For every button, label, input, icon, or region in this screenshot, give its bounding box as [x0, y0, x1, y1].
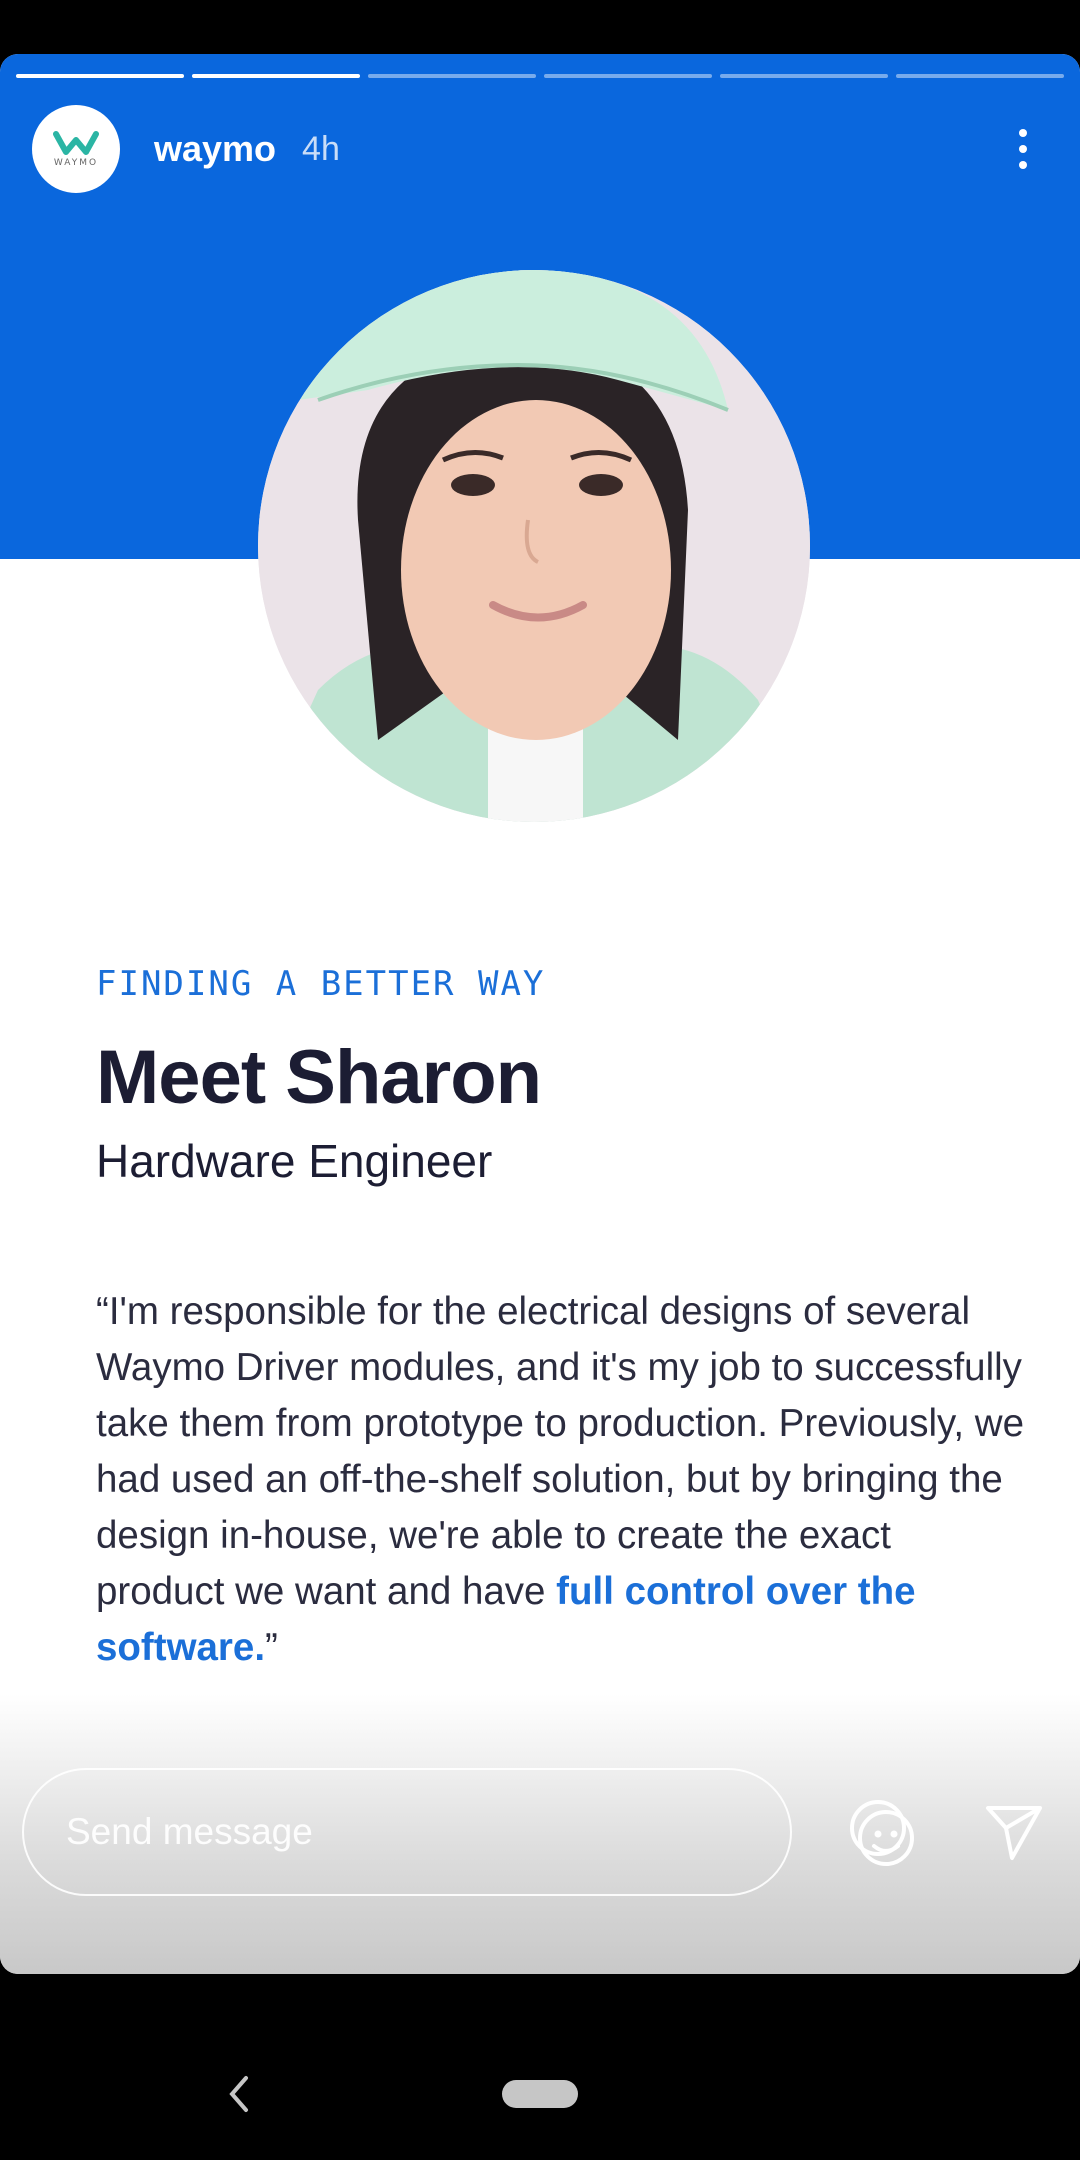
progress-segment: [544, 74, 712, 78]
more-vertical-icon: [1019, 145, 1027, 153]
quote-end: ”: [265, 1626, 278, 1669]
story-role: Hardware Engineer: [96, 1135, 493, 1187]
avatar[interactable]: WAYMO: [32, 105, 120, 193]
waymo-logo-icon: [53, 131, 99, 155]
more-vertical-icon: [1019, 161, 1027, 169]
post-timestamp: 4h: [302, 129, 340, 168]
progress-segment: [368, 74, 536, 78]
person-portrait-image: [258, 270, 810, 822]
profile-photo: [258, 270, 810, 822]
story-title: Meet Sharon: [96, 1035, 542, 1120]
waymo-logo-text: WAYMO: [53, 158, 99, 168]
quote-text: “I'm responsible for the electrical desi…: [96, 1290, 1025, 1613]
story-progress-bar: [16, 74, 1064, 78]
more-options-button[interactable]: [998, 124, 1048, 174]
progress-segment: [16, 74, 184, 78]
home-pill-icon[interactable]: [502, 2080, 578, 2108]
progress-segment: [720, 74, 888, 78]
send-icon[interactable]: [982, 1800, 1046, 1864]
account-username[interactable]: waymo: [154, 128, 276, 170]
emoji-reaction-icon[interactable]: [846, 1796, 918, 1868]
story-quote: “I'm responsible for the electrical desi…: [96, 1284, 1026, 1676]
send-message-input[interactable]: [22, 1768, 792, 1896]
back-chevron-icon[interactable]: [222, 2070, 254, 2118]
progress-segment: [192, 74, 360, 78]
story-viewer[interactable]: WAYMO waymo 4h FINDING A BETTER WAY Meet: [0, 54, 1080, 1974]
story-eyebrow: FINDING A BETTER WAY: [96, 964, 546, 1004]
progress-segment: [896, 74, 1064, 78]
system-nav-bar: [0, 1974, 1080, 2160]
story-header: WAYMO waymo 4h: [32, 104, 1048, 194]
more-vertical-icon: [1019, 129, 1027, 137]
